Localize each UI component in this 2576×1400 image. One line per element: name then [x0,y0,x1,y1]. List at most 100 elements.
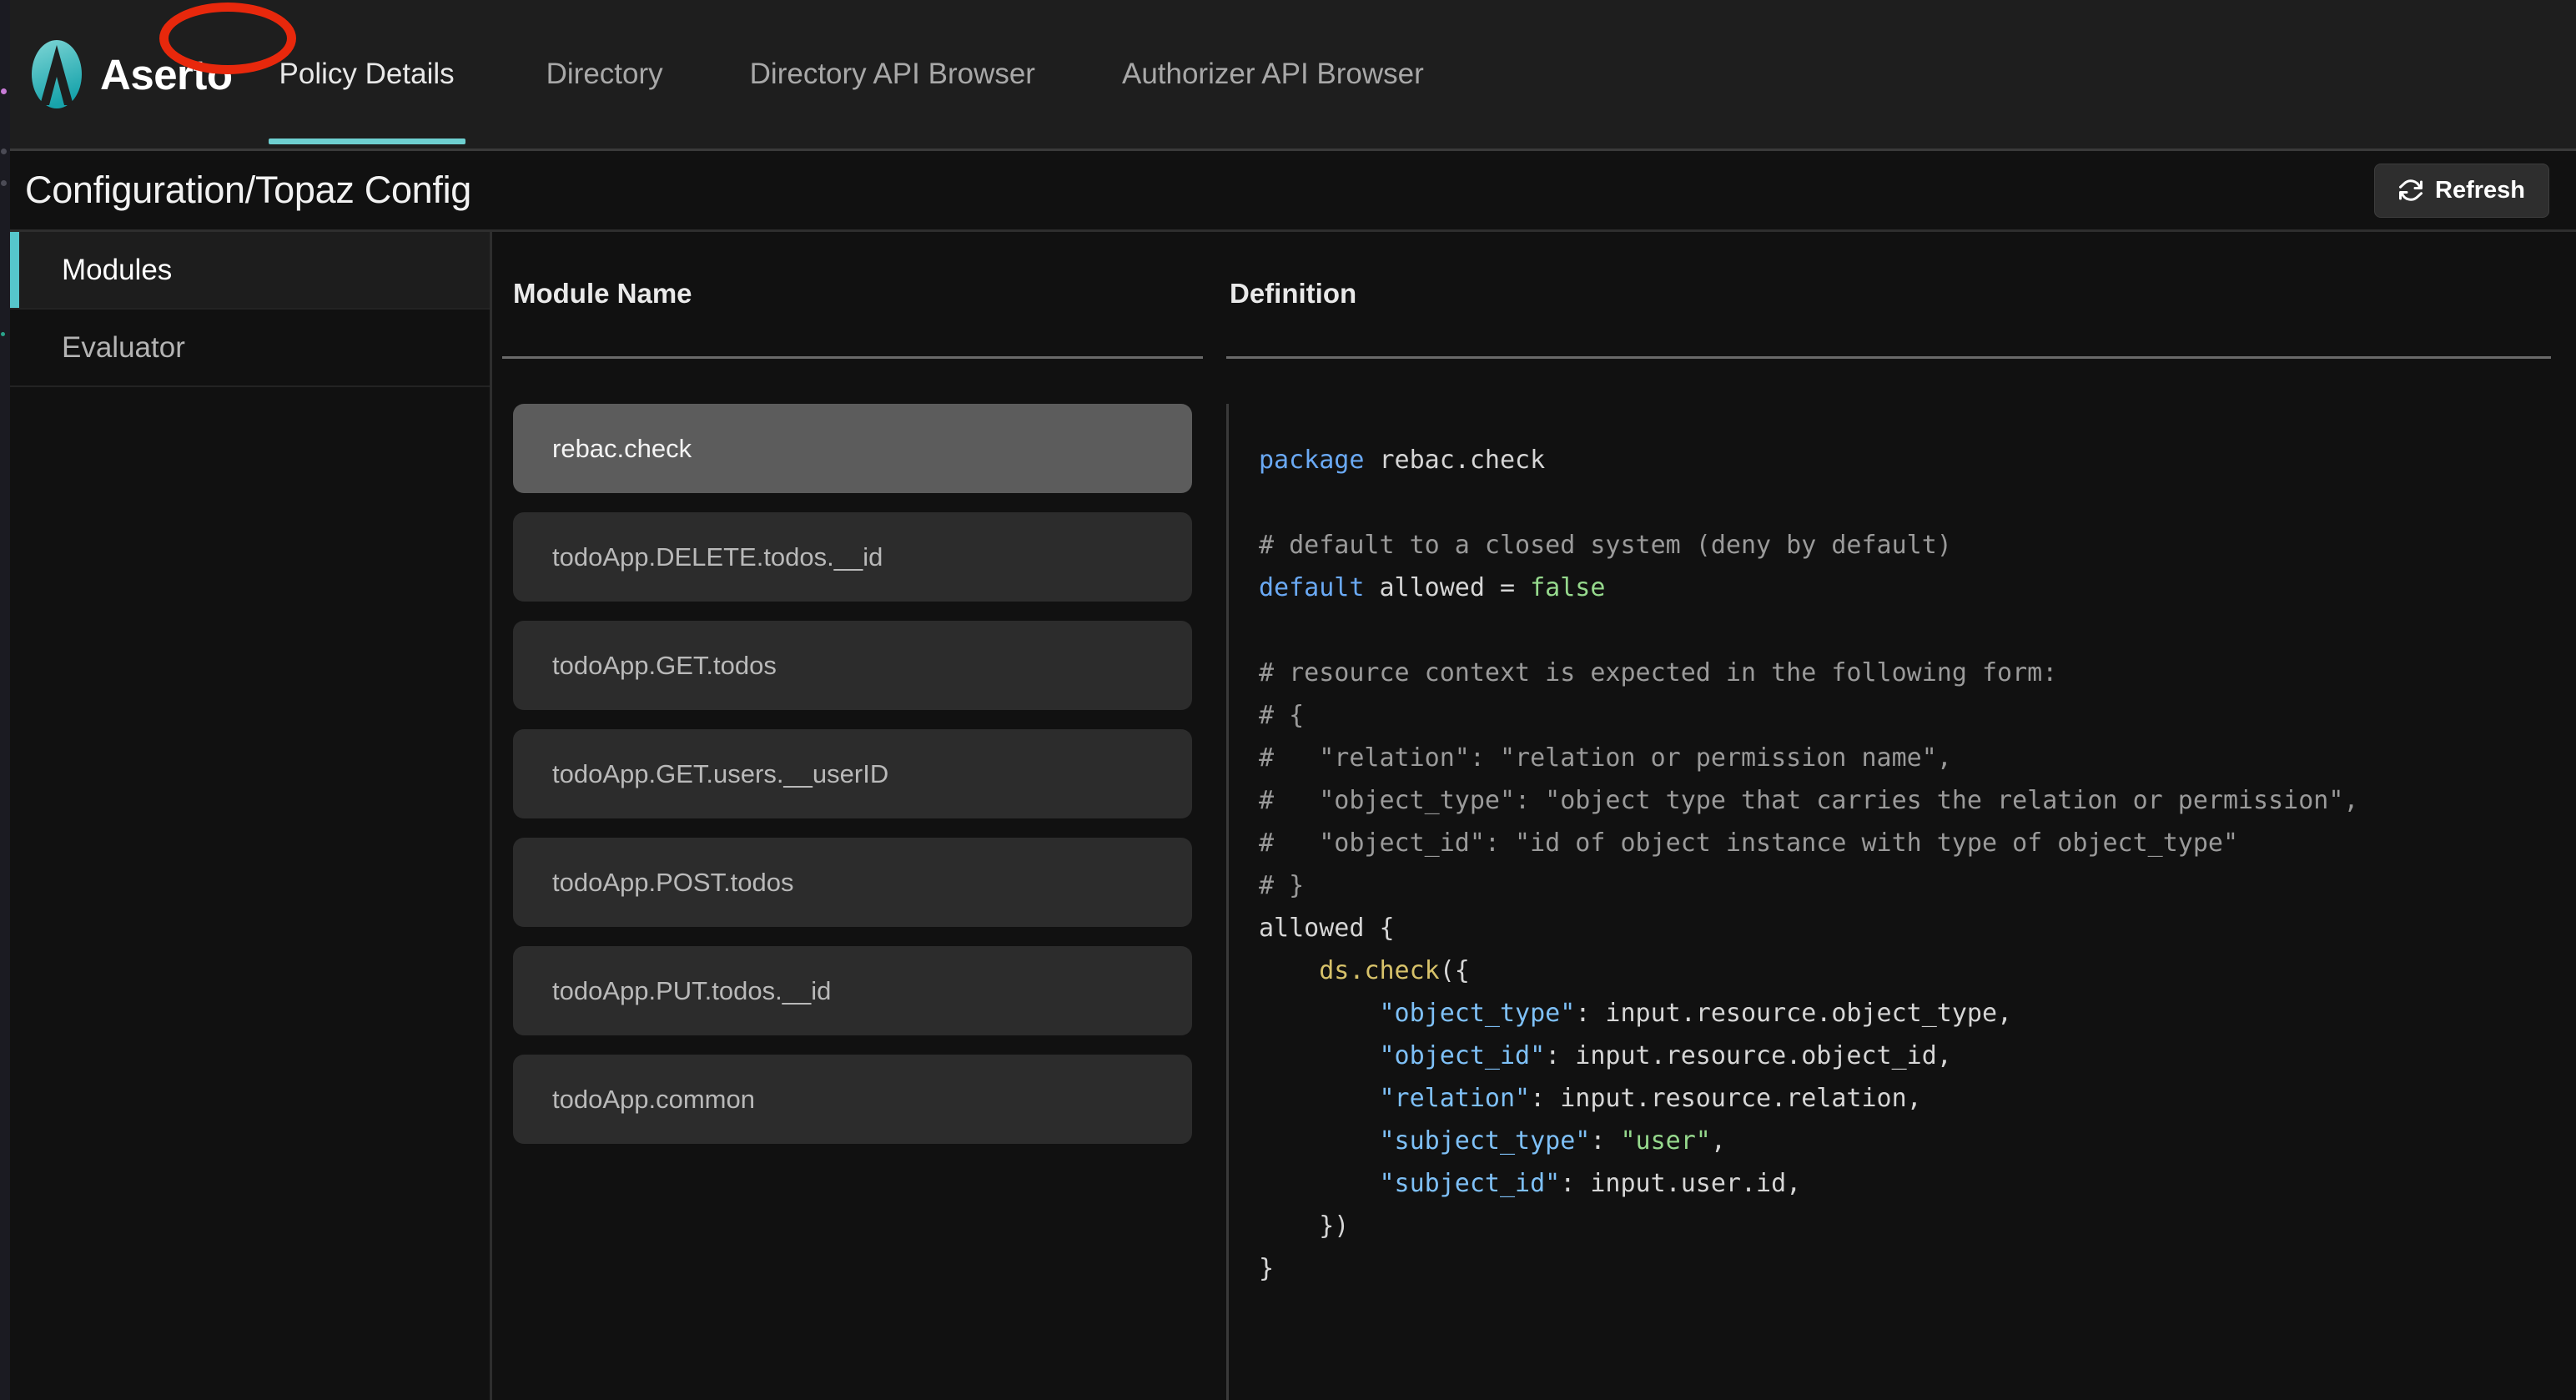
code-token-plain: : input.resource.relation, [1530,1084,1922,1113]
module-card[interactable]: todoApp.POST.todos [513,838,1192,927]
page-header: Configuration/Topaz Config Refresh [10,151,2576,232]
main-body: Modules Evaluator Module Name rebac.chec… [10,232,2576,1400]
code-token-key: "subject_id" [1379,1169,1561,1198]
code-token-bool: false [1530,573,1606,602]
code-token-plain: allowed { [1259,914,1395,943]
modules-panel: Module Name rebac.check todoApp.DELETE.to… [492,232,1226,1400]
code-token-key: "subject_type" [1379,1126,1591,1156]
code-line: "relation": input.resource.relation, [1259,1077,2551,1120]
code-token-plain: : input.user.id, [1560,1169,1802,1198]
code-line: "subject_id": input.user.id, [1259,1162,2551,1205]
definition-panel: Definition package rebac.check # default… [1226,232,2576,1400]
code-token-plain: : input.resource.object_id, [1545,1041,1952,1070]
code-token-fn: check [1364,956,1440,985]
module-card-label: todoApp.GET.todos [552,650,777,680]
code-token-fn: ds [1319,956,1350,985]
code-line: # resource context is expected in the fo… [1259,652,2551,694]
nav-item-policy-details-label: Policy Details [279,58,455,90]
sliver-dot-4 [1,332,5,336]
code-token-comment: # } [1259,871,1305,900]
nav-item-policy-details[interactable]: Policy Details [253,0,481,149]
nav-links: Policy Details Directory Directory API B… [253,0,1451,149]
sidebar: Modules Evaluator [10,232,492,1400]
code-token-fn: . [1349,956,1365,985]
background-window-sliver [0,0,10,1400]
code-token-key: "relation" [1379,1084,1531,1113]
module-card[interactable]: rebac.check [513,404,1192,493]
sliver-dot-2 [1,149,7,154]
code-token-plain: }) [1259,1211,1350,1241]
code-line: "subject_type": "user", [1259,1120,2551,1162]
sliver-dot-3 [1,180,7,186]
top-navigation-bar: Aserto Policy Details Directory Director… [10,0,2576,151]
sidebar-item-evaluator[interactable]: Evaluator [10,310,490,387]
module-card-label: todoApp.DELETE.todos.__id [552,541,883,572]
module-card[interactable]: todoApp.common [513,1055,1192,1144]
definition-column-header: Definition [1230,278,1357,309]
refresh-icon [2399,179,2423,201]
nav-item-authorizer-api-browser-label: Authorizer API Browser [1121,58,1424,90]
code-line: ds.check({ [1259,949,2551,992]
code-line: package rebac.check [1259,439,2551,481]
module-card[interactable]: todoApp.GET.todos [513,621,1192,710]
refresh-button-label: Refresh [2435,176,2525,204]
policy-source-code: package rebac.check # default to a close… [1259,439,2551,1290]
code-token-comment: # default to a closed system (deny by de… [1259,531,1952,560]
code-line: # "object_type": "object type that carri… [1259,779,2551,822]
sliver-dot-1 [1,88,7,94]
code-token-plain: } [1259,1254,1275,1283]
module-card-label: todoApp.PUT.todos.__id [552,975,832,1005]
brand[interactable]: Aserto [25,38,233,110]
app-window: Aserto Policy Details Directory Director… [10,0,2576,1400]
refresh-button[interactable]: Refresh [2374,163,2549,218]
sidebar-item-modules[interactable]: Modules [10,232,490,310]
code-token-comment: # "object_type": "object type that carri… [1259,786,2359,815]
sidebar-item-evaluator-label: Evaluator [62,330,185,364]
module-list: rebac.check todoApp.DELETE.todos.__idtodo… [502,359,1203,1144]
code-line: "object_type": input.resource.object_typ… [1259,992,2551,1035]
code-token-comment: # "relation": "relation or permission na… [1259,743,1952,773]
code-line: # "object_id": "id of object instance wi… [1259,822,2551,864]
code-token-comment: # "object_id": "id of object instance wi… [1259,828,2238,858]
page-title: Configuration/Topaz Config [25,169,472,211]
code-token-kw: package [1259,446,1365,475]
module-card[interactable]: todoApp.DELETE.todos.__id [513,512,1192,602]
nav-item-directory-label: Directory [546,58,663,90]
code-line: allowed { [1259,907,2551,949]
code-line: default allowed = false [1259,567,2551,609]
module-card[interactable]: todoApp.PUT.todos.__id [513,946,1192,1035]
nav-item-authorizer-api-browser[interactable]: Authorizer API Browser [1095,0,1451,149]
nav-item-directory[interactable]: Directory [520,0,690,149]
aserto-logo-icon [32,40,82,108]
module-card[interactable]: todoApp.GET.users.__userID [513,729,1192,818]
code-token-kw: default [1259,573,1365,602]
code-token-key: "object_id" [1379,1041,1546,1070]
module-card-label: todoApp.GET.users.__userID [552,758,889,788]
code-token-plain: : [1590,1126,1621,1156]
code-line: # "relation": "relation or permission na… [1259,737,2551,779]
code-token-comment: # { [1259,701,1305,730]
code-token-plain: rebac.check [1364,446,1546,475]
nav-item-directory-api-browser[interactable]: Directory API Browser [723,0,1062,149]
code-token-str: "user" [1620,1126,1711,1156]
code-token-plain: ({ [1439,956,1470,985]
code-token-plain: allowed = [1364,573,1531,602]
code-viewer[interactable]: package rebac.check # default to a close… [1226,404,2551,1400]
definition-column-divider [1226,356,2551,359]
module-card-label: todoApp.POST.todos [552,867,794,897]
code-line: # { [1259,694,2551,737]
module-card-label: rebac.check [552,433,692,463]
sidebar-item-modules-label: Modules [62,253,173,286]
code-line: "object_id": input.resource.object_id, [1259,1035,2551,1077]
code-line: }) [1259,1205,2551,1247]
module-card-label: todoApp.common [552,1084,755,1114]
code-token-comment: # resource context is expected in the fo… [1259,658,2058,687]
nav-item-directory-api-browser-label: Directory API Browser [749,58,1035,90]
